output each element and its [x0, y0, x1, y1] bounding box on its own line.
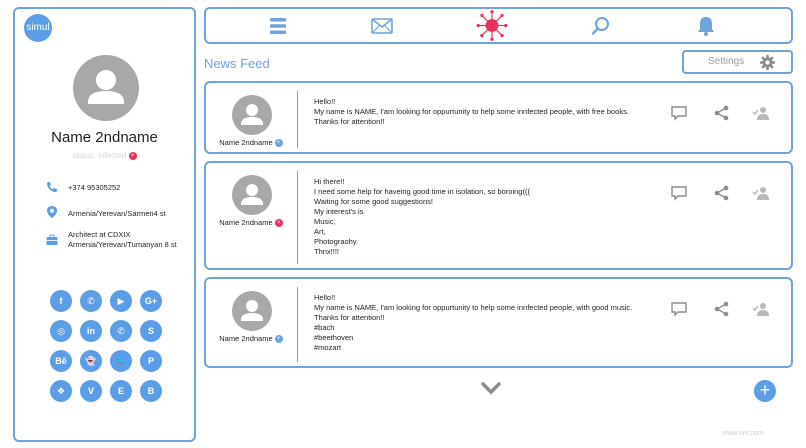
google-plus-icon[interactable]: G+ — [140, 290, 162, 312]
status-badge: × — [128, 151, 137, 160]
share-icon[interactable] — [713, 300, 731, 318]
pinterest-icon[interactable]: P — [140, 350, 162, 372]
gear-icon — [759, 54, 776, 71]
post-divider — [297, 171, 298, 264]
post-card: Name 2ndname × Hi there!! I need some help… — [204, 161, 793, 270]
post-text-line: I need some help for haveing good time i… — [314, 187, 530, 196]
post-author[interactable]: Name 2ndname + — [206, 334, 296, 344]
post-text-line: Thanks for attention!! — [314, 313, 385, 322]
behance-icon[interactable]: Bē — [50, 350, 72, 372]
job-title: Architect at CDXIX — [68, 230, 131, 239]
social-links: f ✆ ▶ G+ ◎ in ✆ S Bē 👻 🐦 P ❖ V E B — [50, 290, 163, 402]
post-text-line: My interest's is — [314, 207, 364, 216]
load-more-chevron-icon[interactable] — [480, 381, 502, 395]
post-text-line: #beethoven — [314, 333, 354, 342]
status-text: status: infected — [72, 151, 127, 160]
location-icon — [47, 206, 57, 218]
post-author[interactable]: Name 2ndname + — [206, 138, 296, 148]
profile-status: status: infected × — [15, 151, 194, 160]
add-friend-icon[interactable] — [752, 300, 770, 318]
post-text-line: Art, — [314, 227, 326, 236]
author-status-badge: + — [274, 139, 283, 148]
post-text-line: Music, — [314, 217, 336, 226]
post-text-line: Waiting for some good suggestions! — [314, 197, 433, 206]
user-silhouette-icon — [241, 300, 263, 321]
facebook-icon[interactable]: f — [50, 290, 72, 312]
comment-icon[interactable] — [670, 184, 688, 202]
post-author-name: Name 2ndname — [219, 138, 273, 147]
post-author-avatar[interactable] — [232, 175, 272, 215]
post-author-avatar[interactable] — [232, 291, 272, 331]
instagram-icon[interactable]: ◎ — [50, 320, 72, 342]
whatsapp-icon[interactable]: ✆ — [80, 290, 102, 312]
post-author[interactable]: Name 2ndname × — [206, 218, 296, 228]
profile-avatar[interactable] — [73, 55, 139, 121]
vimeo-icon[interactable]: V — [80, 380, 102, 402]
app-logo[interactable]: simul — [24, 14, 52, 42]
phone-icon — [47, 182, 57, 193]
post-author-avatar[interactable] — [232, 95, 272, 135]
user-silhouette-icon — [241, 184, 263, 205]
search-icon[interactable] — [589, 14, 613, 38]
snapchat-icon[interactable]: 👻 — [80, 350, 102, 372]
author-status-badge: + — [274, 335, 283, 344]
share-icon[interactable] — [713, 184, 731, 202]
post-text-line: Hi there!! — [314, 177, 345, 186]
evernote-icon[interactable]: E — [110, 380, 132, 402]
post-body: Hello!! My name is NAME, I'am looking for… — [314, 293, 644, 353]
user-silhouette-icon — [88, 70, 124, 104]
twitter-icon[interactable]: 🐦 — [110, 350, 132, 372]
phone-number: +374 95305252 — [68, 183, 121, 192]
linkedin-icon[interactable]: in — [80, 320, 102, 342]
top-nav — [204, 7, 793, 44]
post-text-line: Thanks for attention!! — [314, 117, 385, 126]
post-text-line: My name is NAME, I'am looking for oppurt… — [314, 107, 629, 116]
post-text-line: My name is NAME, I'am looking for oppurt… — [314, 303, 633, 312]
feed-title: News Feed — [204, 56, 270, 71]
comment-icon[interactable] — [670, 300, 688, 318]
user-silhouette-icon — [241, 104, 263, 125]
comment-icon[interactable] — [670, 104, 688, 122]
add-post-button[interactable]: + — [754, 380, 776, 402]
post-body: Hello!! My name is NAME, I'am looking for… — [314, 97, 644, 127]
post-divider — [297, 91, 298, 148]
settings-label: Settings — [708, 56, 745, 67]
post-text-line: #mozart — [314, 343, 342, 352]
post-text-line: #bach — [314, 323, 335, 332]
post-text-line: Photograohy. — [314, 237, 359, 246]
settings-button[interactable]: Settings — [682, 50, 793, 74]
youtube-icon[interactable]: ▶ — [110, 290, 132, 312]
skype-icon[interactable]: S — [140, 320, 162, 342]
post-card: Name 2ndname + Hello!! My name is NAME, I'… — [204, 81, 793, 154]
share-icon[interactable] — [713, 104, 731, 122]
post-text-line: Hello!! — [314, 97, 336, 106]
whatsapp-icon[interactable]: ✆ — [110, 320, 132, 342]
briefcase-icon — [46, 234, 58, 245]
mail-icon[interactable] — [370, 14, 394, 38]
job-address: Armenia/Yerevan/Tumanyan 8 st — [68, 240, 177, 249]
post-card: Name 2ndname + Hello!! My name is NAME, I'… — [204, 277, 793, 368]
profile-panel: simul Name 2ndname status: infected × +3… — [13, 7, 196, 442]
virus-icon[interactable] — [474, 9, 510, 42]
post-author-name: Name 2ndname — [219, 218, 273, 227]
blogger-icon[interactable]: B — [140, 380, 162, 402]
job: Architect at CDXIX Armenia/Yerevan/Tuman… — [68, 230, 177, 250]
post-body: Hi there!! I need some help for haveing g… — [314, 177, 644, 257]
address: Armenia/Yerevan/Sarmen4 st — [68, 209, 166, 218]
profile-name: Name 2ndname — [51, 129, 158, 146]
add-friend-icon[interactable] — [752, 104, 770, 122]
dropbox-icon[interactable]: ❖ — [50, 380, 72, 402]
post-author-name: Name 2ndname — [219, 334, 273, 343]
post-text-line: Hello!! — [314, 293, 336, 302]
author-status-badge: × — [274, 219, 283, 228]
add-friend-icon[interactable] — [752, 184, 770, 202]
post-text-line: Thnx!!!! — [314, 247, 340, 256]
menu-icon[interactable] — [266, 14, 290, 38]
bell-icon[interactable] — [694, 14, 718, 38]
watermark: www.net.com — [722, 430, 764, 437]
post-divider — [297, 287, 298, 362]
